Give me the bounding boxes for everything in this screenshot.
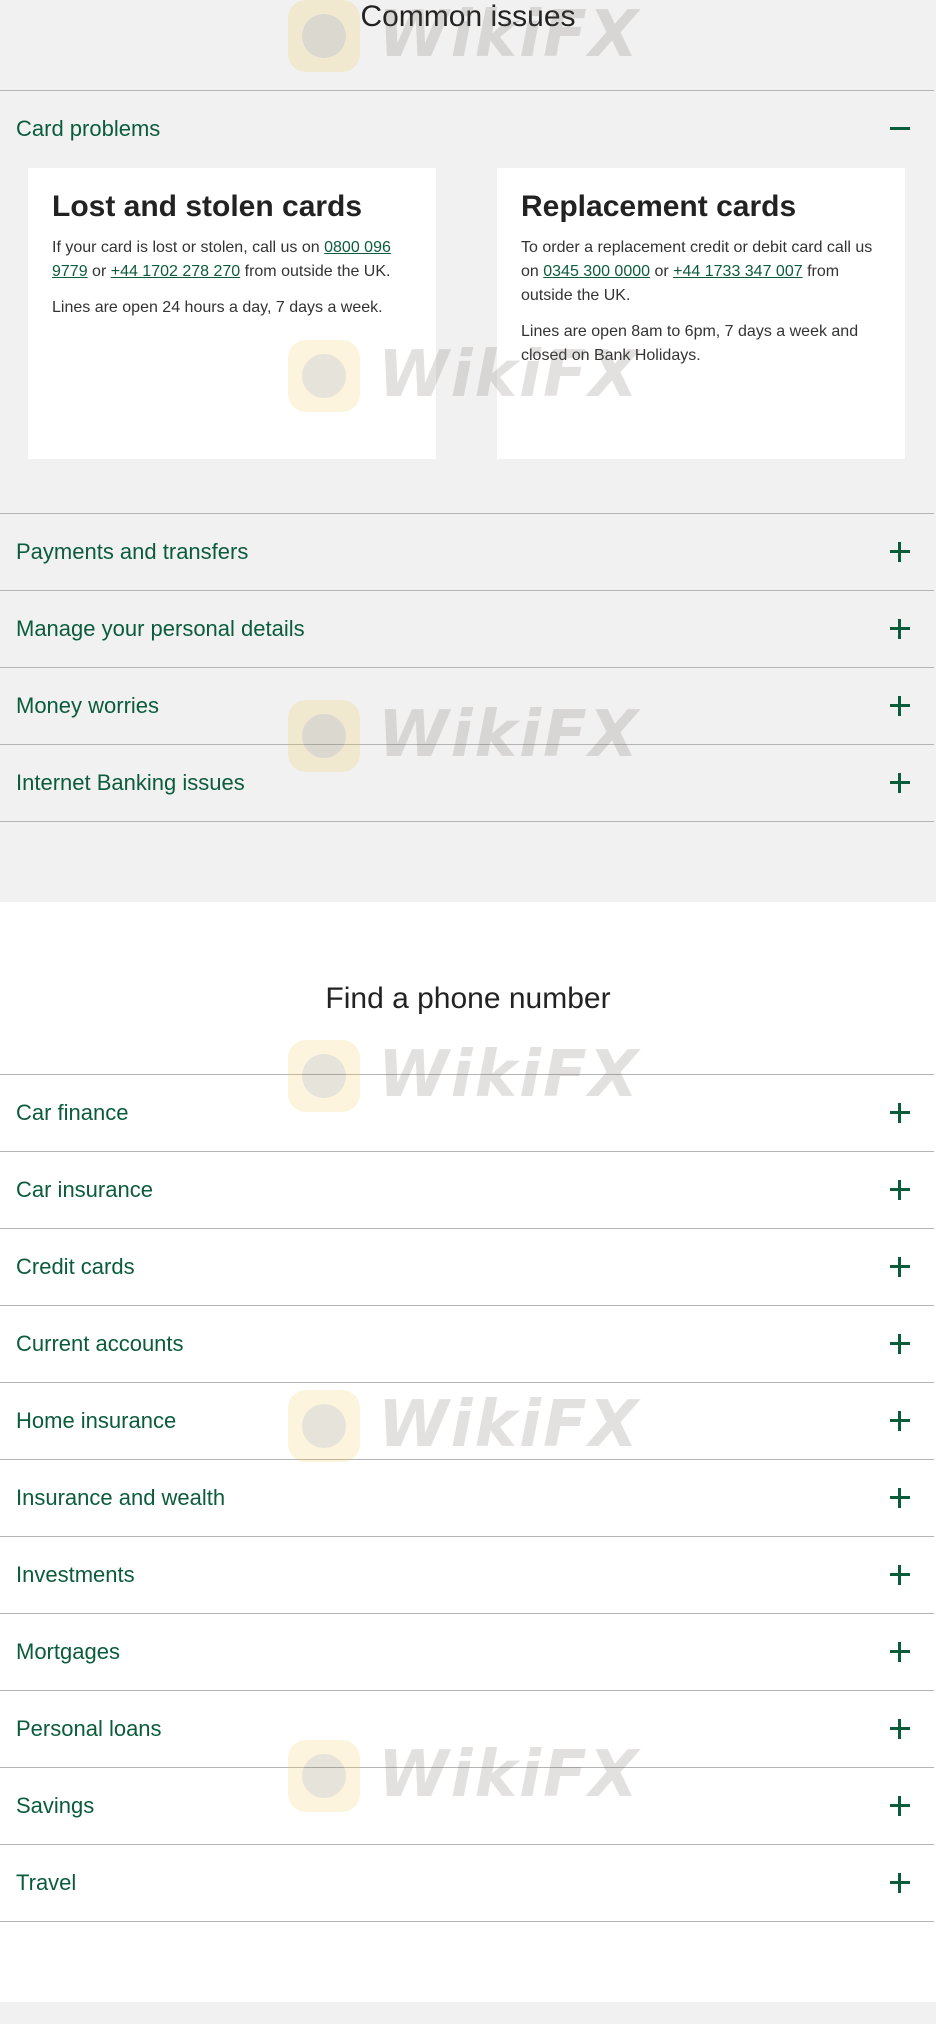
plus-icon [890,541,910,562]
accordion-travel[interactable]: Travel [0,1844,934,1922]
plus-icon [890,1487,910,1508]
plus-icon [890,773,910,793]
phone-link[interactable]: +44 1733 347 007 [673,263,802,280]
plus-icon [890,1333,910,1354]
accordion-payments-transfers[interactable]: Payments and transfers [0,513,934,589]
card-title: Lost and stolen cards [52,190,363,223]
accordion-label: Travel [16,1870,77,1895]
accordion-label: Money worries [16,692,160,718]
accordion-label: Internet Banking issues [16,770,245,795]
accordion-personal-details[interactable]: Manage your personal details [0,590,934,666]
accordion-label: Personal loans [16,1715,162,1741]
accordion-label: Insurance and wealth [16,1484,226,1510]
accordion-current-accounts[interactable]: Current accounts [0,1305,934,1381]
plus-icon [890,1410,910,1431]
card-text: To order a replacement credit or debit c… [521,239,873,304]
lost-stolen-card-panel: Lost and stolen cards If your card is lo… [28,168,436,459]
accordion-car-finance[interactable]: Car finance [0,1074,934,1150]
footer-strip [0,2002,936,2024]
accordion-label: Car finance [16,1099,129,1125]
accordion-savings[interactable]: Savings [0,1767,934,1843]
phone-link[interactable]: 0345 300 0000 [543,263,650,280]
minus-icon [890,119,910,139]
accordion-money-worries[interactable]: Money worries [0,667,934,743]
card-title: Replacement cards [521,190,797,223]
card-text: If your card is lost or stolen, call us … [52,239,391,280]
accordion-label: Mortgages [16,1638,120,1664]
plus-icon [890,1718,910,1739]
accordion-car-insurance[interactable]: Car insurance [0,1151,934,1227]
accordion-internet-banking[interactable]: Internet Banking issues [0,744,934,822]
plus-icon [890,695,910,716]
common-issues-title: Common issues [360,0,576,33]
accordion-card-problems[interactable]: Card problems [0,90,934,166]
accordion-home-insurance[interactable]: Home insurance [0,1382,934,1458]
accordion-personal-loans[interactable]: Personal loans [0,1690,934,1766]
accordion-label: Savings [16,1792,95,1818]
replacement-card-panel: Replacement cards To order a replacement… [497,168,905,459]
card-hours: Lines are open 24 hours a day, 7 days a … [52,299,383,316]
plus-icon [890,1102,910,1123]
accordion-label: Car insurance [16,1176,153,1202]
accordion-credit-cards[interactable]: Credit cards [0,1228,934,1304]
accordion-label: Investments [16,1561,135,1587]
accordion-label: Current accounts [16,1330,184,1356]
plus-icon [890,1641,910,1662]
accordion-investments[interactable]: Investments [0,1536,934,1612]
phone-link[interactable]: +44 1702 278 270 [111,263,240,280]
plus-icon [890,1873,910,1893]
plus-icon [890,1179,910,1200]
card-hours: Lines are open 8am to 6pm, 7 days a week… [521,323,859,364]
plus-icon [890,1256,910,1277]
find-phone-title: Find a phone number [325,982,611,1015]
plus-icon [890,1795,910,1816]
accordion-label: Payments and transfers [16,538,249,564]
accordion-insurance-wealth[interactable]: Insurance and wealth [0,1459,934,1535]
accordion-label: Credit cards [16,1253,135,1279]
plus-icon [890,1564,910,1585]
accordion-mortgages[interactable]: Mortgages [0,1613,934,1689]
accordion-label: Home insurance [16,1407,177,1433]
accordion-label: Manage your personal details [16,615,305,641]
accordion-label: Card problems [16,115,161,141]
plus-icon [890,618,910,639]
